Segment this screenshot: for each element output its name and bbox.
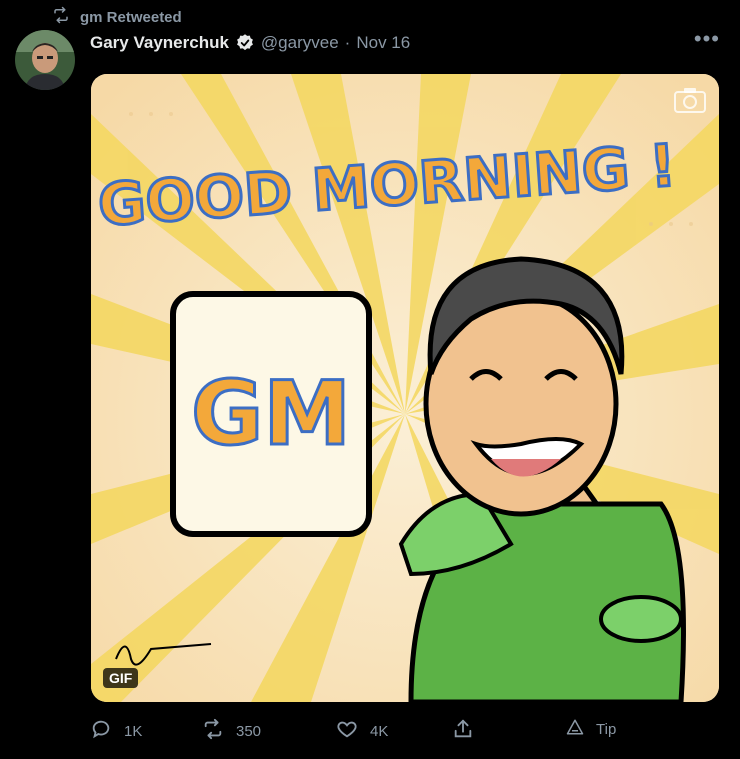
gif-badge: GIF bbox=[103, 668, 139, 688]
mug-text: GM bbox=[191, 362, 351, 465]
tweet-date[interactable]: Nov 16 bbox=[356, 33, 410, 53]
tip-label: Tip bbox=[596, 720, 617, 738]
tip-button[interactable]: Tip bbox=[566, 718, 616, 740]
gif-artwork: GOOD MORNING ! GM bbox=[91, 74, 719, 702]
camera-icon bbox=[673, 86, 707, 114]
verified-badge-icon bbox=[235, 33, 255, 53]
retweet-icon bbox=[202, 718, 224, 744]
separator: · bbox=[344, 33, 351, 52]
retweet-context-label: gm Retweeted bbox=[80, 8, 182, 26]
retweet-count: 350 bbox=[236, 722, 262, 740]
tweet-actions: 1K 350 4K Tip bbox=[90, 718, 630, 748]
avatar[interactable] bbox=[15, 30, 75, 90]
reply-button[interactable]: 1K bbox=[90, 718, 142, 744]
retweet-context[interactable]: gm Retweeted bbox=[52, 6, 182, 28]
reply-icon bbox=[90, 718, 112, 744]
more-icon[interactable]: ••• bbox=[694, 26, 720, 52]
tweet-header: Gary Vaynerchuk @garyvee · Nov 16 bbox=[90, 33, 410, 53]
like-count: 4K bbox=[370, 722, 389, 740]
like-button[interactable]: 4K bbox=[336, 718, 388, 744]
reply-count: 1K bbox=[124, 722, 143, 740]
tweet-media-gif[interactable]: GOOD MORNING ! GM GIF bbox=[91, 74, 719, 702]
author-name[interactable]: Gary Vaynerchuk bbox=[90, 33, 229, 53]
retweet-icon bbox=[52, 6, 70, 28]
share-button[interactable] bbox=[452, 718, 474, 744]
heart-icon bbox=[336, 718, 358, 744]
tip-icon bbox=[566, 718, 584, 740]
retweet-button[interactable]: 350 bbox=[202, 718, 261, 744]
share-icon bbox=[452, 718, 474, 744]
author-handle[interactable]: @garyvee bbox=[261, 33, 339, 53]
